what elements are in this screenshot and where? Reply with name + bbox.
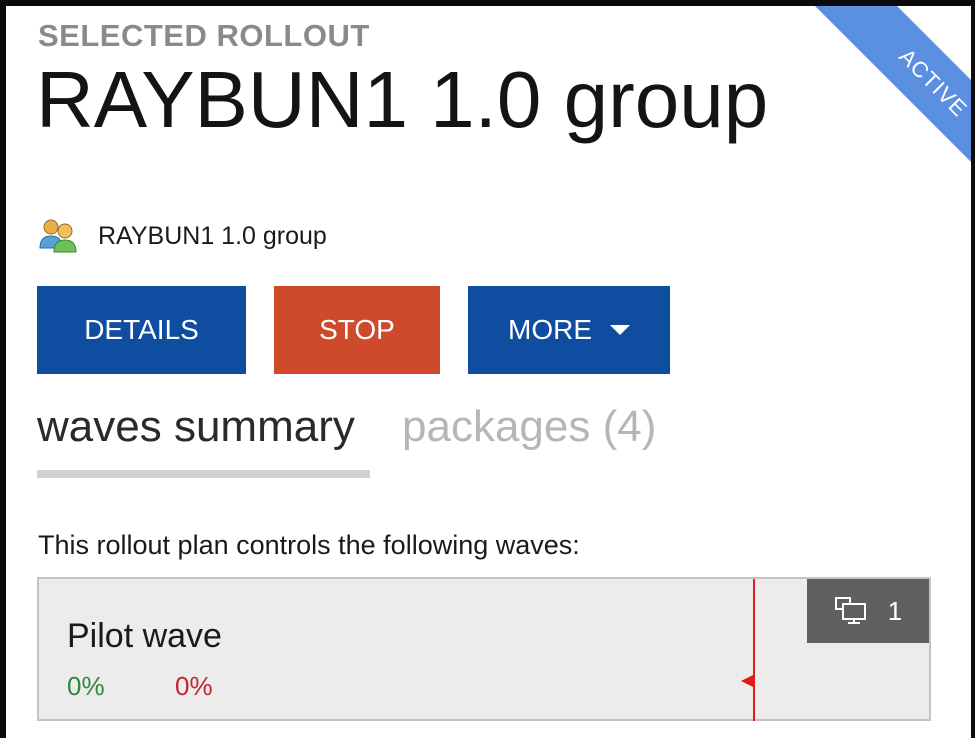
more-button-label: MORE (508, 314, 592, 345)
window-frame-left (0, 0, 6, 738)
section-eyebrow: SELECTED ROLLOUT (38, 18, 370, 53)
page-title: RAYBUN1 1.0 group (36, 55, 769, 144)
window-frame-right (971, 0, 975, 738)
wave-card[interactable]: Pilot wave 0% 0% 1 (37, 577, 931, 721)
progress-marker-arrow-icon (741, 675, 753, 687)
status-ribbon-label: ACTIVE (894, 43, 971, 122)
users-group-icon (39, 219, 77, 253)
group-row: RAYBUN1 1.0 group (38, 218, 327, 254)
chevron-down-icon (610, 325, 630, 335)
details-button-label: DETAILS (84, 314, 199, 345)
group-label[interactable]: RAYBUN1 1.0 group (98, 222, 327, 251)
status-ribbon: ACTIVE (751, 6, 971, 206)
status-ribbon-band: ACTIVE (799, 6, 971, 206)
progress-marker-line (753, 579, 755, 721)
details-button[interactable]: DETAILS (37, 286, 246, 374)
waves-intro-text: This rollout plan controls the following… (38, 530, 580, 560)
more-button[interactable]: MORE (468, 286, 670, 374)
wave-name: Pilot wave (67, 617, 222, 655)
stop-button[interactable]: STOP (274, 286, 440, 374)
tab-packages[interactable]: packages (4) (402, 402, 656, 452)
stop-button-label: STOP (319, 314, 395, 345)
devices-icon (834, 597, 866, 624)
active-tab-indicator (37, 470, 370, 478)
success-percent: 0% (67, 671, 105, 701)
device-count: 1 (887, 595, 903, 626)
failure-percent: 0% (175, 671, 213, 701)
tab-waves-summary[interactable]: waves summary (37, 402, 355, 452)
device-count-badge[interactable]: 1 (807, 579, 929, 643)
